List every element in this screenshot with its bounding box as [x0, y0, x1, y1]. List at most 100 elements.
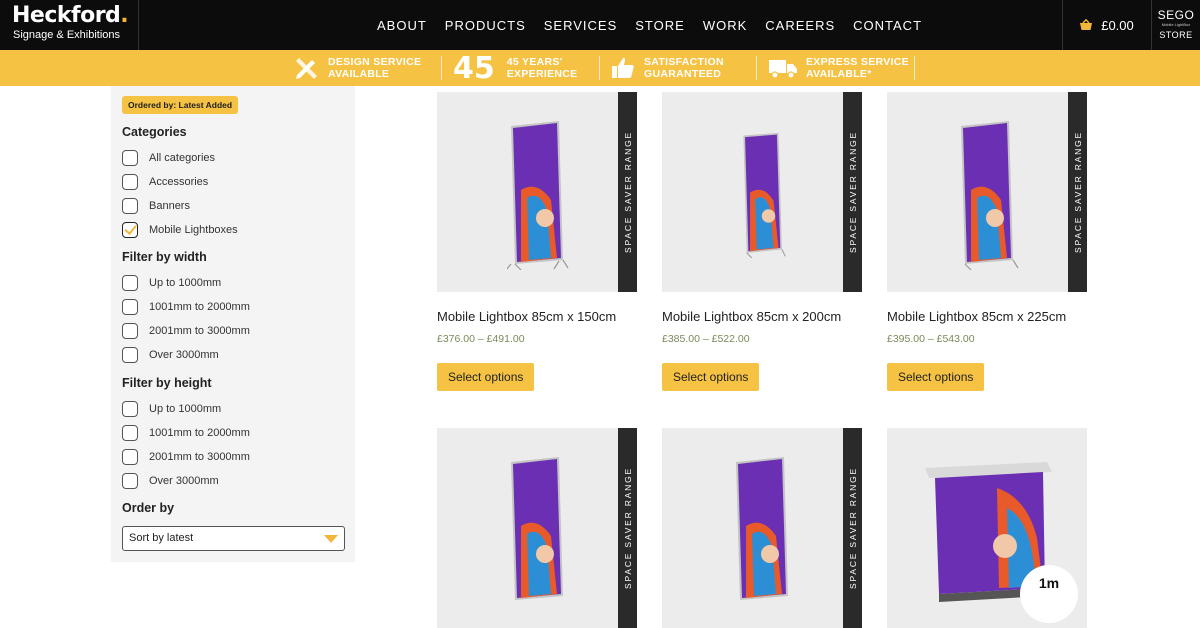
usp-divider [599, 56, 600, 80]
filter-category-accessories[interactable]: Accessories [122, 173, 208, 191]
sego-store-link[interactable]: SEGO Mobile LightBox STORE [1151, 0, 1200, 50]
checkbox[interactable] [122, 473, 138, 489]
usp-satisfaction: SATISFACTION GUARANTEED [610, 50, 724, 86]
product-image[interactable]: SPACE SAVER RANGE [662, 92, 862, 292]
nav-work[interactable]: WORK [703, 18, 747, 33]
range-ribbon: SPACE SAVER RANGE [1068, 92, 1087, 292]
usp-express-line2: AVAILABLE* [806, 68, 872, 80]
filter-label: All categories [149, 152, 216, 164]
nav-products[interactable]: PRODUCTS⌄ [444, 17, 526, 60]
filter-label: 1001mm to 2000mm [149, 427, 250, 439]
checkbox[interactable] [122, 198, 138, 214]
width-filter-title: Filter by width [122, 250, 207, 264]
usp-design: DESIGN SERVICE AVAILABLE [294, 50, 421, 86]
filter-height-option[interactable]: 2001mm to 3000mm [122, 448, 250, 466]
filter-width-option[interactable]: Over 3000mm [122, 346, 219, 364]
usp-express-line1: EXPRESS SERVICE [806, 56, 909, 68]
filter-height-option[interactable]: Over 3000mm [122, 472, 219, 490]
site-logo[interactable]: Heckford. Signage & Exhibitions [0, 0, 139, 50]
lightbox-banner-image [507, 121, 569, 270]
nav-careers[interactable]: CAREERS [765, 18, 835, 33]
select-options-button[interactable]: Select options [437, 363, 535, 391]
product-price: £385.00 – £522.00 [662, 333, 750, 345]
checkbox[interactable] [122, 323, 138, 339]
select-options-button[interactable]: Select options [887, 363, 985, 391]
sort-select[interactable]: Sort by latest [122, 526, 345, 551]
product-image[interactable]: SPACE SAVER RANGE [662, 428, 862, 628]
filter-category-all[interactable]: All categories [122, 149, 215, 167]
sego-logo: SEGO [1157, 8, 1195, 22]
ribbon-text: SPACE SAVER RANGE [847, 131, 858, 253]
product-card: SPACE SAVER RANGE Mobile Lightbox 85cm x… [437, 92, 637, 391]
select-options-button[interactable]: Select options [662, 363, 760, 391]
product-image[interactable]: SPACE SAVER RANGE [887, 92, 1087, 292]
nav-about[interactable]: ABOUT [377, 18, 427, 33]
years-number: 45 [453, 50, 495, 86]
checkbox-checked[interactable] [122, 222, 138, 238]
product-title[interactable]: Mobile Lightbox 85cm x 225cm [887, 309, 1087, 324]
product-card: SPACE SAVER RANGE [437, 428, 637, 628]
filter-label: Mobile Lightboxes [149, 224, 238, 236]
cart-button[interactable]: £0.00 [1062, 0, 1150, 50]
checkbox[interactable] [122, 275, 138, 291]
range-ribbon: SPACE SAVER RANGE [843, 92, 862, 292]
truck-icon [768, 55, 798, 81]
usp-divider [756, 56, 757, 80]
lightbox-banner-image [736, 457, 788, 600]
size-badge: 1m [1020, 565, 1078, 623]
pencil-ruler-icon [294, 55, 320, 81]
checkbox[interactable] [122, 299, 138, 315]
usp-satisfaction-line2: GUARANTEED [644, 68, 722, 80]
filter-label: Over 3000mm [149, 349, 219, 361]
order-badge: Ordered by: Latest Added [122, 96, 239, 114]
usp-years-line2: EXPERIENCE [506, 68, 578, 80]
ribbon-text: SPACE SAVER RANGE [1072, 131, 1083, 253]
filter-category-mobile-lightboxes[interactable]: Mobile Lightboxes [122, 221, 238, 239]
logo-tagline: Signage & Exhibitions [13, 29, 121, 41]
filter-sidebar: Ordered by: Latest Added Categories All … [111, 86, 355, 562]
checkbox[interactable] [122, 425, 138, 441]
chevron-down-icon [324, 535, 338, 543]
filter-category-banners[interactable]: Banners [122, 197, 190, 215]
checkbox[interactable] [122, 401, 138, 417]
usp-design-line2: AVAILABLE [328, 68, 390, 80]
filter-width-option[interactable]: Up to 1000mm [122, 274, 221, 292]
usp-express: EXPRESS SERVICE AVAILABLE* [768, 50, 909, 86]
checkbox[interactable] [122, 449, 138, 465]
product-title[interactable]: Mobile Lightbox 85cm x 150cm [437, 309, 637, 324]
usp-divider [441, 56, 442, 80]
sort-value: Sort by latest [129, 532, 194, 544]
basket-icon [1080, 19, 1093, 30]
nav-products-label: PRODUCTS [444, 17, 526, 33]
lightbox-banner-image [961, 121, 1019, 270]
usp-years-line1: 45 YEARS' [506, 56, 563, 68]
lightbox-banner-image [743, 132, 786, 259]
filter-label: Up to 1000mm [149, 403, 222, 415]
product-card: SPACE SAVER RANGE Mobile Lightbox 85cm x… [662, 92, 862, 391]
filter-label: Accessories [149, 176, 209, 188]
nav-contact[interactable]: CONTACT [853, 18, 922, 33]
product-price: £376.00 – £491.00 [437, 333, 525, 345]
product-card: 1m [887, 428, 1087, 628]
range-ribbon: SPACE SAVER RANGE [618, 92, 637, 292]
checkbox[interactable] [122, 150, 138, 166]
product-image[interactable]: SPACE SAVER RANGE [437, 92, 637, 292]
product-card: SPACE SAVER RANGE [662, 428, 862, 628]
product-title[interactable]: Mobile Lightbox 85cm x 200cm [662, 309, 862, 324]
checkbox[interactable] [122, 347, 138, 363]
filter-width-option[interactable]: 2001mm to 3000mm [122, 322, 250, 340]
nav-services[interactable]: SERVICES [544, 18, 618, 33]
usp-divider [914, 56, 915, 80]
logo-dot: . [120, 3, 129, 28]
filter-width-option[interactable]: 1001mm to 2000mm [122, 298, 250, 316]
product-image[interactable]: SPACE SAVER RANGE [437, 428, 637, 628]
nav-store[interactable]: STORE [635, 18, 685, 33]
checkbox[interactable] [122, 174, 138, 190]
order-by-title: Order by [122, 501, 175, 515]
filter-label: 1001mm to 2000mm [149, 301, 250, 313]
range-ribbon: SPACE SAVER RANGE [843, 428, 862, 628]
filter-height-option[interactable]: 1001mm to 2000mm [122, 424, 250, 442]
filter-height-option[interactable]: Up to 1000mm [122, 400, 221, 418]
product-image[interactable]: 1m [887, 428, 1087, 628]
sego-tagline: Mobile LightBox [1161, 22, 1191, 27]
